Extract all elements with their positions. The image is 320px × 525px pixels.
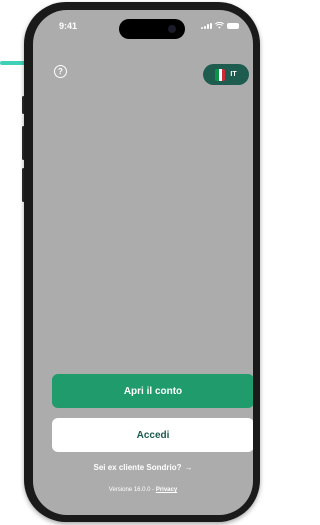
login-button[interactable]: Accedi [52, 418, 253, 452]
stage: 9:41 ? IT Apri il conto Accedi Sei ex cl… [0, 0, 260, 525]
camera-icon [168, 25, 176, 33]
status-icons [201, 22, 239, 29]
dynamic-island [119, 19, 185, 39]
signal-icon [201, 23, 212, 29]
privacy-link[interactable]: Privacy [156, 487, 177, 493]
language-code: IT [230, 71, 237, 78]
wifi-icon [215, 22, 224, 29]
open-account-button[interactable]: Apri il conto [52, 374, 253, 408]
version-text: Versione 16.0.0 - [108, 487, 156, 493]
arrow-right-icon: → [184, 463, 193, 472]
battery-icon [227, 23, 239, 29]
language-selector[interactable]: IT [203, 64, 249, 85]
phone-screen: 9:41 ? IT Apri il conto Accedi Sei ex cl… [33, 10, 253, 515]
ex-client-link[interactable]: Sei ex cliente Sondrio? → [33, 463, 253, 472]
ex-client-label: Sei ex cliente Sondrio? [93, 463, 182, 472]
version-footer: Versione 16.0.0 - Privacy [33, 487, 253, 493]
italy-flag-icon [215, 68, 226, 81]
question-circle-icon[interactable]: ? [54, 65, 67, 78]
status-time: 9:41 [59, 21, 78, 31]
